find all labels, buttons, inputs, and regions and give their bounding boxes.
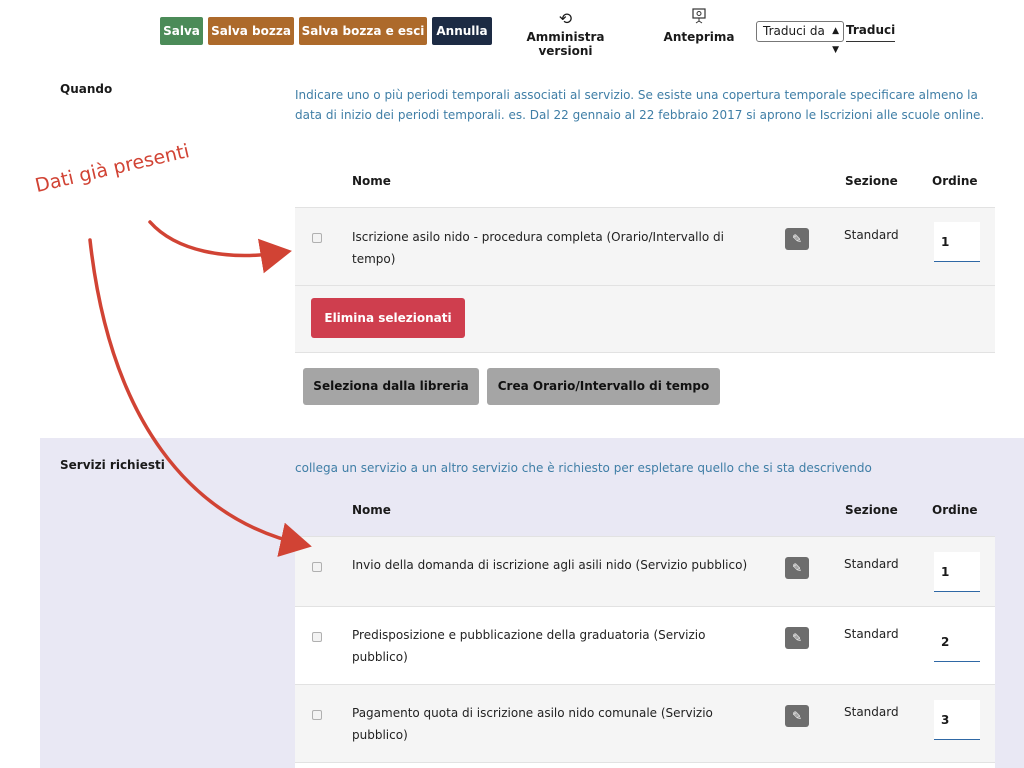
column-header-order: Ordine — [932, 503, 978, 517]
history-icon: ⟲ — [558, 9, 573, 28]
section-description-quando: Indicare uno o più periodi temporali ass… — [295, 88, 985, 122]
updown-caret-icon: ▲ ▼ — [832, 26, 839, 55]
row-name: Pagamento quota di iscrizione asilo nido… — [352, 706, 713, 742]
preview-icon — [663, 8, 735, 30]
row-checkbox[interactable] — [312, 632, 322, 642]
row-name: Iscrizione asilo nido - procedura comple… — [352, 230, 724, 266]
order-input[interactable]: 1 — [934, 552, 980, 592]
annotation-label: Dati già presenti — [33, 140, 192, 197]
cancel-button[interactable]: Annulla — [432, 17, 492, 45]
table-row — [295, 762, 995, 768]
row-name: Predisposizione e pubblicazione della gr… — [352, 628, 706, 664]
select-from-library-button[interactable]: Seleziona dalla libreria — [303, 368, 479, 405]
table-row: Pagamento quota di iscrizione asilo nido… — [295, 684, 995, 762]
create-time-interval-button[interactable]: Crea Orario/Intervallo di tempo — [487, 368, 720, 405]
delete-selected-button[interactable]: Elimina selezionati — [311, 298, 465, 338]
preview-button[interactable]: Anteprima — [663, 8, 735, 44]
section-title-quando: Quando — [60, 82, 113, 96]
edit-pencil-icon[interactable]: ✎ — [785, 228, 809, 250]
table-row: Invio della domanda di iscrizione agli a… — [295, 536, 995, 606]
section-description-servizi: collega un servizio a un altro servizio … — [295, 461, 872, 475]
annotation-arrow-upper — [148, 220, 292, 274]
table-row: Iscrizione asilo nido - procedura comple… — [295, 207, 995, 285]
preview-label: Anteprima — [663, 30, 735, 44]
column-header-order: Ordine — [932, 174, 978, 188]
table-row: Predisposizione e pubblicazione della gr… — [295, 606, 995, 684]
column-header-name: Nome — [352, 503, 391, 517]
manage-versions-label: Amministra versioni — [526, 30, 605, 58]
column-header-section: Sezione — [845, 503, 898, 517]
column-header-name: Nome — [352, 174, 391, 188]
row-name: Invio della domanda di iscrizione agli a… — [352, 558, 748, 572]
column-header-section: Sezione — [845, 174, 898, 188]
row-section: Standard — [844, 627, 899, 641]
manage-versions-button[interactable]: ⟲ Amministra versioni — [513, 8, 618, 58]
order-input[interactable]: 2 — [934, 622, 980, 662]
edit-pencil-icon[interactable]: ✎ — [785, 705, 809, 727]
translate-from-select[interactable]: Traduci da ▲ ▼ — [756, 21, 844, 55]
toolbar: Salva Salva bozza Salva bozza e esci Ann… — [0, 0, 1024, 60]
row-checkbox[interactable] — [312, 562, 322, 572]
section-title-servizi: Servizi richiesti — [60, 458, 165, 472]
presentation-icon — [692, 8, 706, 24]
edit-pencil-icon[interactable]: ✎ — [785, 627, 809, 649]
save-draft-button[interactable]: Salva bozza — [208, 17, 294, 45]
edit-pencil-icon[interactable]: ✎ — [785, 557, 809, 579]
save-draft-exit-button[interactable]: Salva bozza e esci — [299, 17, 427, 45]
row-checkbox[interactable] — [312, 710, 322, 720]
translate-from-value: Traduci da — [763, 24, 825, 38]
order-input[interactable]: 1 — [934, 222, 980, 262]
row-section: Standard — [844, 705, 899, 719]
row-section: Standard — [844, 228, 899, 242]
row-checkbox[interactable] — [312, 233, 322, 243]
order-input[interactable]: 3 — [934, 700, 980, 740]
translate-link[interactable]: Traduci — [846, 21, 896, 42]
save-button[interactable]: Salva — [160, 17, 203, 45]
row-section: Standard — [844, 557, 899, 571]
